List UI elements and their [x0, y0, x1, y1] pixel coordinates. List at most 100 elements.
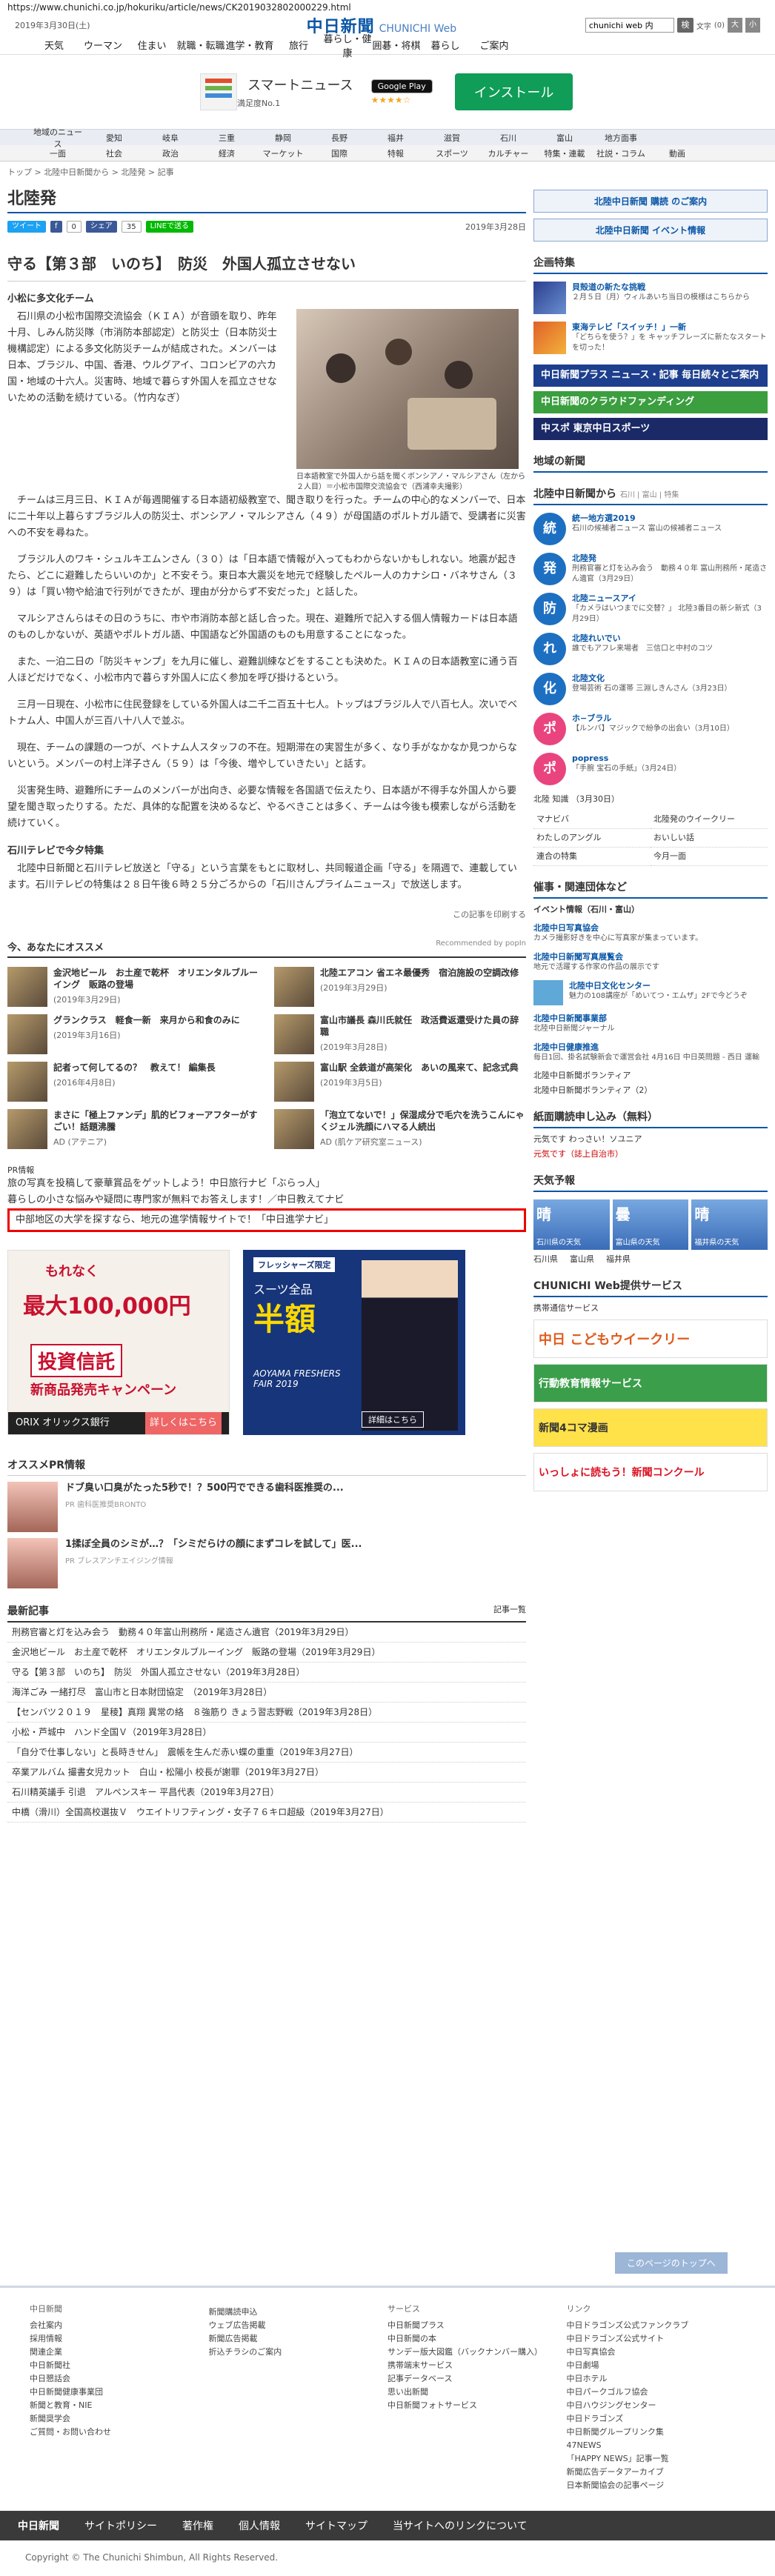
- category-nav-item[interactable]: 社説・コラム: [593, 147, 649, 159]
- region-nav-item[interactable]: 愛知: [86, 132, 142, 144]
- share-button[interactable]: シェア: [85, 221, 117, 233]
- footer-link[interactable]: 新聞購読申込: [209, 2306, 388, 2319]
- gnav-item[interactable]: 住まい: [127, 38, 176, 52]
- gnav-item[interactable]: ご案内: [470, 38, 519, 52]
- category-nav-item[interactable]: スポーツ: [424, 147, 480, 159]
- footer-link[interactable]: 中日パークゴルフ協会: [567, 2386, 746, 2399]
- footer-link[interactable]: 関連企業: [30, 2346, 209, 2359]
- footer-link[interactable]: 中日ドラゴンズ公式ファンクラブ: [567, 2319, 746, 2332]
- paper-link[interactable]: 元気です（誌上自治市）: [533, 1148, 768, 1159]
- footer-link[interactable]: 日本新聞協会の記事ページ: [567, 2479, 746, 2492]
- font-down-button[interactable]: 小: [745, 18, 760, 33]
- region-nav-item[interactable]: 静岡: [255, 132, 311, 144]
- contest-banner[interactable]: いっしょに読もう！新聞コンクール: [533, 1453, 768, 1491]
- footer-link[interactable]: 47NEWS: [567, 2439, 746, 2452]
- events-button[interactable]: 北陸中日新聞 イベント情報: [533, 219, 768, 242]
- category-nav-item[interactable]: 特集・連載: [536, 147, 593, 159]
- kara-links[interactable]: 石川 | 富山 | 特集: [620, 491, 679, 499]
- category-nav-item[interactable]: 一面: [30, 147, 86, 159]
- weather-toyama[interactable]: 曇富山県の天気: [612, 1199, 689, 1250]
- pr-link[interactable]: 旅の写真を投稿して豪華賞品をゲットしよう！中日旅行ナビ「ぶらっ人」: [7, 1176, 526, 1192]
- footer-bar-link[interactable]: サイトポリシー: [84, 2518, 157, 2533]
- kara-item[interactable]: ポホ−ブラル 【ルンバ】マジックで紛争の出会い（3月10日）: [533, 713, 768, 745]
- latest-item[interactable]: 金沢地ビール お土産で乾杯 オリエンタルブルーイング 販路の登場（2019年3月…: [7, 1643, 526, 1663]
- footer-link[interactable]: 中日新聞フォトサービス: [388, 2399, 567, 2412]
- category-nav-item[interactable]: 社会: [86, 147, 142, 159]
- recommend-item[interactable]: まさに「極上ファンデ」肌的ビフォーアフターがすごい！話題沸騰 AD (アテニア): [7, 1109, 259, 1149]
- latest-item[interactable]: 卒業アルバム 撮書女児カット 白山・松陽小 校長が謝罪（2019年3月27日）: [7, 1763, 526, 1783]
- region-nav-item[interactable]: 地域のニュース: [30, 126, 86, 150]
- category-nav-item[interactable]: 特報: [367, 147, 424, 159]
- latest-item[interactable]: 小松・芦城中 ハンド全国Ｖ（2019年3月28日）: [7, 1723, 526, 1743]
- footer-link[interactable]: 中日ホテル: [567, 2372, 746, 2386]
- sidebar-link[interactable]: 北陸発のウイークリー: [651, 811, 768, 829]
- subscribe-button[interactable]: 北陸中日新聞 購読 のご案内: [533, 190, 768, 213]
- footer-link[interactable]: 中日新聞健康事業団: [30, 2386, 209, 2399]
- gyosei-banner[interactable]: 行動教育情報サービス: [533, 1364, 768, 1402]
- kara-item[interactable]: 化北陸文化 登場芸術 石の運帯 三淵しきんさん（3月23日）: [533, 673, 768, 705]
- latest-more-link[interactable]: 記事一覧: [493, 1603, 526, 1618]
- sidebar-link[interactable]: わたしのアングル: [533, 829, 651, 848]
- facebook-button[interactable]: f: [50, 221, 62, 233]
- sidebar-link[interactable]: 今月一面: [651, 848, 768, 866]
- weather-ishikawa[interactable]: 晴石川県の天気: [533, 1199, 610, 1250]
- category-nav-item[interactable]: マーケット: [255, 147, 311, 159]
- footer-logo[interactable]: 中日新聞: [18, 2518, 59, 2533]
- gnav-item[interactable]: 旅行: [274, 38, 323, 52]
- crowdfunding-banner[interactable]: 中日新聞のクラウドファンディング: [533, 391, 768, 413]
- weather-link[interactable]: 石川県: [533, 1253, 558, 1265]
- recommend-item[interactable]: 記者って何してるの？ 教えて！ 編集長 (2016年4月8日): [7, 1062, 259, 1102]
- recommend-item[interactable]: 富山市議長 森川氏就任 政活費返還受けた員の辞職 (2019年3月28日): [274, 1014, 526, 1054]
- latest-item[interactable]: 海洋ごみ 一緒打尽 富山市と日本財団協定 （2019年3月28日）: [7, 1683, 526, 1703]
- latest-item[interactable]: 「自分で仕事しない」と長時きせん」 震帳を生んだ赤い蝶の重重（2019年3月27…: [7, 1743, 526, 1763]
- back-to-top[interactable]: このページのトップへ: [615, 2252, 728, 2274]
- event-item[interactable]: 北陸中日写真協会 カメラ撮影好きを中心に写真家が集まっています。: [533, 922, 768, 944]
- footer-link[interactable]: 「HAPPY NEWS」記事一覧: [567, 2452, 746, 2466]
- footer-link[interactable]: 中日新聞社: [30, 2359, 209, 2372]
- sidebar-link[interactable]: おいしい話: [651, 829, 768, 848]
- font-up-button[interactable]: 大: [728, 18, 742, 33]
- footer-link[interactable]: 新聞奨学会: [30, 2412, 209, 2426]
- pr-link[interactable]: 暮らしの小さな悩みや疑問に専門家が無料でお答えします！／中日教えてナビ: [7, 1192, 526, 1208]
- recommend-item[interactable]: 金沢地ビール お土産で乾杯 オリエンタルブルーイング 販路の登場 (2019年3月…: [7, 967, 259, 1007]
- latest-item[interactable]: 【センバツ２０１９ 星稜】真翔 異常の絡 ８強筋り きょう習志野戦（2019年3…: [7, 1703, 526, 1723]
- region-nav-item[interactable]: 富山: [536, 132, 593, 144]
- footer-link[interactable]: 中日新聞の本: [388, 2332, 567, 2346]
- pr-link-highlighted[interactable]: 中部地区の大学を探すなら、地元の進学情報サイトで！「中日進学ナビ」: [7, 1208, 526, 1232]
- event-item[interactable]: 北陸中日健康推進 毎日1回、掛名試験新会で運営会社 4月16日 中日英問題 - 西…: [533, 1042, 768, 1063]
- kara-item[interactable]: 防北陸ニュースアイ 「カメラはいつまでに交替？」 北陸3番目の新シ新式（3月29日…: [533, 593, 768, 625]
- chuspo-banner[interactable]: 中スポ 東京中日スポーツ: [533, 418, 768, 440]
- manga-banner[interactable]: 新聞4コマ漫画: [533, 1408, 768, 1447]
- region-nav-item[interactable]: 地方面事: [593, 132, 649, 144]
- latest-item[interactable]: 刑務官審と灯を込み会う 動務４０年富山刑務所・尾造さん遺官（2019年3月29日…: [7, 1623, 526, 1643]
- photo-image[interactable]: [296, 309, 519, 469]
- footer-link[interactable]: ウェブ広告掲載: [209, 2319, 388, 2332]
- sidebar-link[interactable]: マナビバ: [533, 811, 651, 829]
- top-ad-banner[interactable]: スマートニュース 満足度No.1 Google Play ★★★★☆ インストー…: [0, 55, 775, 129]
- footer-link[interactable]: 携帯端末サービス: [388, 2359, 567, 2372]
- latest-item[interactable]: 守る【第３部 いのち】 防災 外国人孤立させない（2019年3月28日）: [7, 1663, 526, 1683]
- region-nav-item[interactable]: 滋賀: [424, 132, 480, 144]
- event-item[interactable]: 北陸中日新聞写真展覧会 地元で活躍する作家の作品の展示です: [533, 951, 768, 973]
- pr-recommend-item[interactable]: 1揉ぼ全員のシミが…？「シミだらけの顔にまずコレを試して」医... PR ブレスア…: [7, 1538, 526, 1588]
- footer-bar-link[interactable]: サイトマップ: [305, 2518, 367, 2533]
- latest-item[interactable]: 中橋（滑川）全国高校選抜Ｖ ウエイトリフティング・女子７６キロ超級（2019年3…: [7, 1803, 526, 1823]
- tweet-button[interactable]: ツイート: [7, 221, 46, 233]
- search-button[interactable]: 検: [676, 18, 693, 33]
- event-sub[interactable]: イベント情報（石川・富山）: [533, 903, 768, 915]
- aoyama-ad[interactable]: フレッシャーズ限定 スーツ全品 半額 AOYAMA FRESHERS FAIR …: [243, 1250, 465, 1435]
- footer-link[interactable]: ご質問・お問い合わせ: [30, 2426, 209, 2439]
- recommend-item[interactable]: 富山駅 全鉄道が高架化 あいの風来て、記念式典 (2019年3月5日): [274, 1062, 526, 1102]
- event-more[interactable]: 北陸中日新聞ボランティア: [533, 1069, 768, 1081]
- recommend-item[interactable]: 北陸エアコン 省エネ最優秀 宿泊施設の空調改修 (2019年3月29日): [274, 967, 526, 1007]
- category-nav-item[interactable]: 経済: [199, 147, 255, 159]
- footer-link[interactable]: 会社案内: [30, 2319, 209, 2332]
- orix-ad[interactable]: もれなく 最大100,000円 投資信託 新商品発売キャンペーン ORIX オリ…: [7, 1250, 230, 1435]
- fukui-label[interactable]: 北陸 知識: [533, 794, 569, 804]
- breadcrumb[interactable]: トップ > 北陸中日新聞から > 北陸発 > 記事: [0, 162, 775, 182]
- gnav-item[interactable]: ウーマン: [79, 38, 127, 52]
- footer-link[interactable]: 中日ドラゴンズ: [567, 2412, 746, 2426]
- gnav-item[interactable]: 天気: [30, 38, 79, 52]
- gnav-item[interactable]: 暮らし: [421, 38, 470, 52]
- footer-link[interactable]: 中日新聞グループリンク集: [567, 2426, 746, 2439]
